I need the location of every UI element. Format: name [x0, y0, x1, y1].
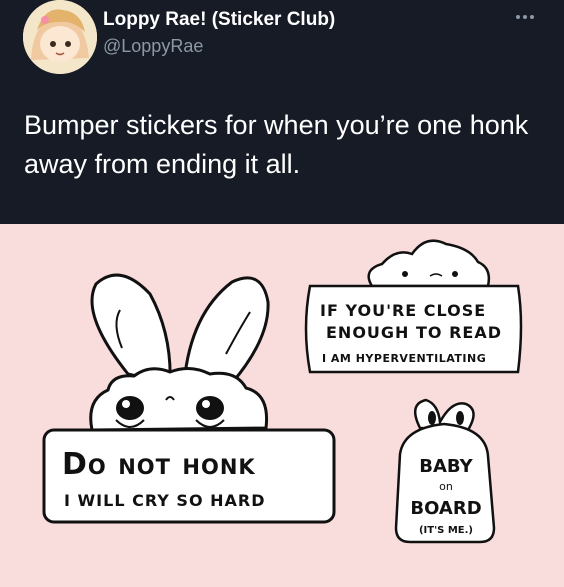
- close-line3: I am hyperventilating: [322, 352, 486, 365]
- baby-line3: BOARD: [410, 498, 481, 519]
- do-not-honk-sticker: Do not honk I will cry so hard: [42, 428, 336, 524]
- tweet-media-image[interactable]: Do not honk I will cry so hard If you're…: [0, 224, 564, 587]
- baby-line4: (IT'S ME.): [419, 525, 473, 536]
- close-line2: enough to read: [326, 323, 502, 342]
- tweet-text: Bumper stickers for when you’re one honk…: [24, 110, 529, 179]
- close-enough-sticker: If you're close enough to read I am hype…: [304, 239, 523, 374]
- honk-subtitle: I will cry so hard: [64, 491, 266, 510]
- sticker-illustration: Do not honk I will cry so hard If you're…: [42, 239, 523, 544]
- baby-on-board-sticker: BABY on BOARD (IT'S ME.): [394, 398, 496, 544]
- more-options-button[interactable]: [510, 8, 540, 26]
- avatar-illustration: [23, 0, 97, 74]
- honk-title: Do not honk: [62, 447, 256, 482]
- tweet-header: Loppy Rae! (Sticker Club) @LoppyRae Bump…: [0, 0, 564, 224]
- baby-line2: on: [439, 480, 453, 493]
- avatar[interactable]: [23, 0, 97, 74]
- display-name[interactable]: Loppy Rae! (Sticker Club): [103, 9, 335, 31]
- baby-line1: BABY: [419, 456, 473, 477]
- close-line1: If you're close: [320, 301, 486, 320]
- user-handle[interactable]: @LoppyRae: [103, 36, 203, 57]
- more-dots-icon: [516, 15, 520, 19]
